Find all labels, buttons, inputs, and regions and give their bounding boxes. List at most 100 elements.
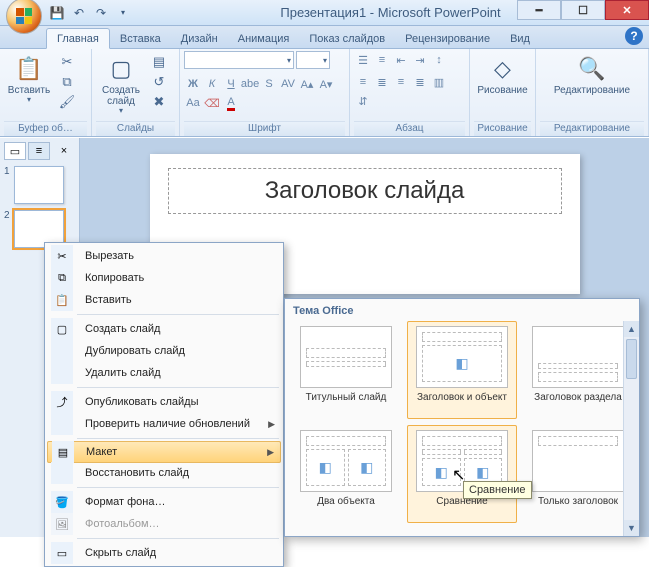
shadow-button[interactable]: S bbox=[260, 75, 278, 93]
paste-button[interactable]: 📋 Вставить ▾ bbox=[4, 51, 54, 107]
numbering-button[interactable]: ≡ bbox=[373, 51, 391, 69]
paste-icon: 📋 bbox=[55, 294, 69, 307]
tab-home[interactable]: Главная bbox=[46, 28, 110, 49]
delete-slide-icon[interactable]: ✖ bbox=[150, 93, 168, 111]
tab-design[interactable]: Дизайн bbox=[171, 29, 228, 48]
cm-paste[interactable]: 📋 Вставить bbox=[47, 289, 281, 311]
drawing-label: Рисование bbox=[477, 85, 527, 96]
italic-button[interactable]: К bbox=[203, 75, 221, 93]
font-combo[interactable] bbox=[184, 51, 294, 69]
indent-inc-button[interactable]: ⇥ bbox=[411, 51, 429, 69]
tab-view[interactable]: Вид bbox=[500, 29, 540, 48]
bold-button[interactable]: Ж bbox=[184, 75, 202, 93]
qat-dropdown-icon[interactable]: ▾ bbox=[114, 4, 132, 22]
editing-button[interactable]: 🔍 Редактирование bbox=[548, 51, 636, 98]
cm-duplicate-slide[interactable]: Дублировать слайд bbox=[47, 340, 281, 362]
new-slide-label: Создать слайд bbox=[102, 85, 140, 107]
layout-icon: ▤ bbox=[58, 446, 68, 459]
save-icon[interactable]: 💾 bbox=[48, 4, 66, 22]
scroll-up-icon[interactable]: ▲ bbox=[624, 321, 639, 337]
cm-hide-slide[interactable]: ▭ Скрыть слайд bbox=[47, 542, 281, 564]
layout-gallery: Тема Office Титульный слайд Заголовок и … bbox=[284, 298, 640, 537]
photoalbum-icon: 🖼 bbox=[55, 518, 69, 531]
drawing-button[interactable]: ◇ Рисование bbox=[478, 51, 528, 98]
cm-publish-slides[interactable]: ⤴ Опубликовать слайды bbox=[47, 391, 281, 413]
strike-button[interactable]: abe bbox=[241, 75, 259, 93]
paste-icon: 📋 bbox=[13, 53, 45, 85]
outline-tab[interactable]: ≡ bbox=[28, 142, 50, 160]
tab-review[interactable]: Рецензирование bbox=[395, 29, 500, 48]
cm-cut[interactable]: ✂ Вырезать bbox=[47, 245, 281, 267]
thumb-number: 2 bbox=[4, 210, 10, 221]
minimize-button[interactable]: ━ bbox=[517, 0, 561, 20]
close-button[interactable]: ✕ bbox=[605, 0, 649, 20]
font-color-button[interactable]: A bbox=[222, 94, 240, 112]
char-spacing-button[interactable]: AV bbox=[279, 75, 297, 93]
cm-format-background[interactable]: 🪣 Формат фона… bbox=[47, 491, 281, 513]
clipboard-group-label: Буфер об… bbox=[4, 121, 87, 136]
title-placeholder[interactable]: Заголовок слайда bbox=[168, 168, 562, 214]
layout-two-content[interactable]: Два объекта bbox=[291, 425, 401, 523]
grow-font-button[interactable]: A▴ bbox=[298, 75, 316, 93]
layout-title-slide[interactable]: Титульный слайд bbox=[291, 321, 401, 419]
cm-check-updates[interactable]: Проверить наличие обновлений ▶ bbox=[47, 413, 281, 435]
layout-section-header[interactable]: Заголовок раздела bbox=[523, 321, 633, 419]
columns-button[interactable]: ▥ bbox=[430, 73, 448, 91]
format-painter-icon[interactable]: 🖌 bbox=[58, 93, 76, 111]
submenu-arrow-icon: ▶ bbox=[268, 419, 275, 430]
justify-button[interactable]: ≣ bbox=[411, 73, 429, 91]
underline-button[interactable]: Ч bbox=[222, 75, 240, 93]
reset-slide-icon[interactable]: ↺ bbox=[150, 73, 168, 91]
new-slide-button[interactable]: ▢ Создать слайд ▾ bbox=[96, 51, 146, 118]
find-icon: 🔍 bbox=[576, 53, 608, 85]
cm-layout[interactable]: ▤ Макет ▶ bbox=[47, 441, 281, 463]
scroll-thumb[interactable] bbox=[626, 339, 637, 379]
redo-icon[interactable]: ↷ bbox=[92, 4, 110, 22]
line-spacing-button[interactable]: ↕ bbox=[430, 51, 448, 69]
align-right-button[interactable]: ≡ bbox=[392, 73, 410, 91]
help-icon[interactable]: ? bbox=[625, 27, 643, 45]
copy-icon[interactable]: ⧉ bbox=[58, 73, 76, 91]
cm-new-slide[interactable]: ▢ Создать слайд bbox=[47, 318, 281, 340]
cut-icon[interactable]: ✂ bbox=[58, 53, 76, 71]
layout-icon[interactable]: ▤ bbox=[150, 53, 168, 71]
align-left-button[interactable]: ≡ bbox=[354, 73, 372, 91]
ribbon-tabs: Главная Вставка Дизайн Анимация Показ сл… bbox=[0, 26, 649, 49]
font-group-label: Шрифт bbox=[184, 121, 345, 136]
font-size-combo[interactable] bbox=[296, 51, 330, 69]
quick-access-toolbar: 💾 ↶ ↷ ▾ bbox=[48, 4, 132, 22]
thumb-number: 1 bbox=[4, 166, 10, 177]
close-pane-button[interactable]: × bbox=[53, 142, 75, 160]
clear-format-button[interactable]: ⌫ bbox=[203, 94, 221, 112]
copy-icon: ⧉ bbox=[58, 272, 66, 285]
slides-tab[interactable]: ▭ bbox=[4, 142, 26, 160]
scroll-down-icon[interactable]: ▼ bbox=[624, 520, 639, 536]
titlebar: 💾 ↶ ↷ ▾ Презентация1 - Microsoft PowerPo… bbox=[0, 0, 649, 26]
cursor-icon: ↖ bbox=[452, 465, 465, 485]
tab-animation[interactable]: Анимация bbox=[228, 29, 300, 48]
tab-insert[interactable]: Вставка bbox=[110, 29, 171, 48]
slide-thumbnail[interactable] bbox=[14, 166, 64, 204]
cm-reset-slide[interactable]: Восстановить слайд bbox=[47, 462, 281, 484]
new-slide-icon: ▢ bbox=[57, 323, 67, 336]
cm-copy[interactable]: ⧉ Копировать bbox=[47, 267, 281, 289]
tab-slideshow[interactable]: Показ слайдов bbox=[299, 29, 395, 48]
gallery-scrollbar[interactable]: ▲ ▼ bbox=[623, 321, 639, 536]
layout-title-only[interactable]: Только заголовок bbox=[523, 425, 633, 523]
indent-dec-button[interactable]: ⇤ bbox=[392, 51, 410, 69]
editing-label: Редактирование bbox=[554, 85, 630, 96]
scissors-icon: ✂ bbox=[57, 250, 66, 263]
bullets-button[interactable]: ☰ bbox=[354, 51, 372, 69]
shrink-font-button[interactable]: A▾ bbox=[317, 75, 335, 93]
hide-slide-icon: ▭ bbox=[57, 547, 67, 560]
maximize-button[interactable]: ☐ bbox=[561, 0, 605, 20]
text-direction-button[interactable]: ⇵ bbox=[354, 92, 372, 110]
cm-delete-slide[interactable]: Удалить слайд bbox=[47, 362, 281, 384]
cm-photo-album: 🖼 Фотоальбом… bbox=[47, 513, 281, 535]
align-center-button[interactable]: ≣ bbox=[373, 73, 391, 91]
drawing-group-label: Рисование bbox=[474, 121, 531, 136]
paragraph-group-label: Абзац bbox=[354, 121, 465, 136]
undo-icon[interactable]: ↶ bbox=[70, 4, 88, 22]
layout-title-content[interactable]: Заголовок и объект bbox=[407, 321, 517, 419]
change-case-button[interactable]: Aa bbox=[184, 94, 202, 112]
